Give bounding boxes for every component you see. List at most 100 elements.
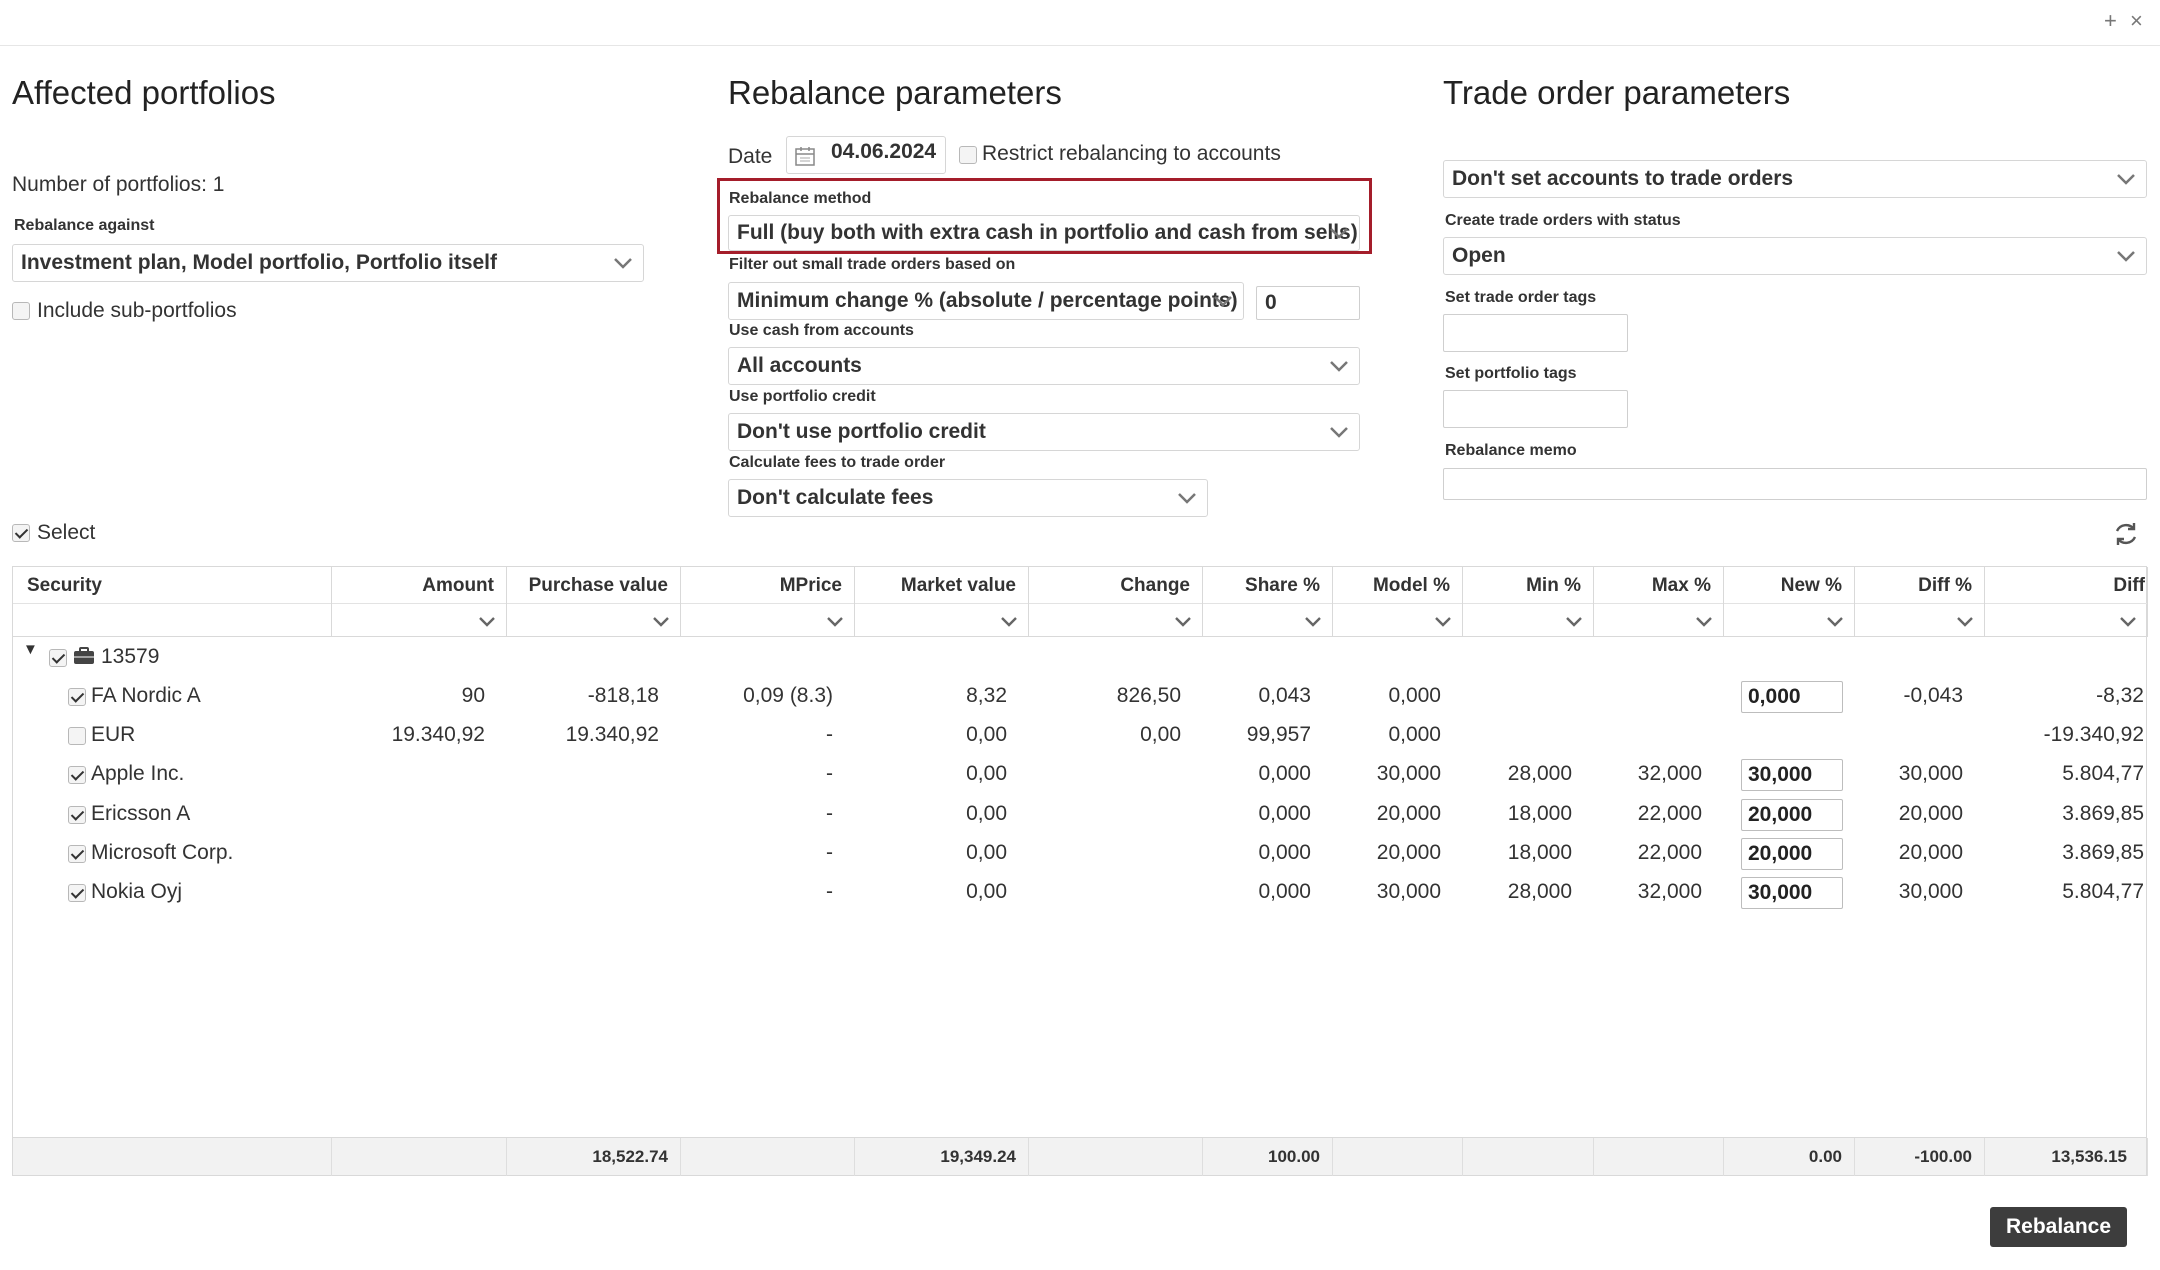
column-filter[interactable] — [681, 603, 854, 637]
column-header[interactable]: Purchase value — [507, 567, 681, 637]
portfolio-credit-value: Don't use portfolio credit — [737, 420, 986, 443]
column-filter[interactable] — [1985, 603, 2147, 637]
cell-max: 22,000 — [1637, 840, 1702, 864]
security-name: Nokia Oyj — [91, 880, 183, 903]
column-filter[interactable] — [855, 603, 1028, 637]
portfolio-tags-label: Set portfolio tags — [1445, 365, 1577, 382]
column-header[interactable]: Change — [1029, 567, 1203, 637]
row-checkbox[interactable] — [68, 884, 86, 902]
column-filter[interactable] — [1594, 603, 1723, 637]
new-percent-input[interactable]: 30,000 — [1741, 877, 1843, 909]
portfolio-count: Number of portfolios: 1 — [12, 173, 225, 196]
rebalance-against-select[interactable]: Investment plan, Model portfolio, Portfo… — [12, 244, 644, 282]
group-checkbox[interactable] — [49, 649, 67, 667]
rebalance-parameters-title: Rebalance parameters — [728, 74, 1062, 111]
chevron-down-icon — [1175, 617, 1191, 627]
column-header-label: MPrice — [779, 575, 842, 596]
include-sub-portfolios-label: Include sub-portfolios — [37, 299, 237, 322]
portfolio-credit-select[interactable]: Don't use portfolio credit — [728, 413, 1360, 451]
refresh-icon[interactable] — [2112, 520, 2140, 548]
trade-status-value: Open — [1452, 244, 1506, 267]
new-percent-input[interactable]: 30,000 — [1741, 759, 1843, 792]
row-checkbox[interactable] — [68, 727, 86, 746]
select-all-checkbox[interactable] — [12, 524, 30, 542]
cash-accounts-select[interactable]: All accounts — [728, 347, 1360, 385]
fees-select[interactable]: Don't calculate fees — [728, 479, 1208, 517]
column-header[interactable]: New % — [1724, 567, 1855, 637]
chevron-down-icon — [1957, 617, 1973, 627]
portfolio-tags-input[interactable] — [1443, 390, 1628, 428]
column-header-label: Change — [1120, 575, 1190, 596]
include-sub-portfolios-checkbox[interactable] — [12, 302, 30, 320]
chevron-down-icon — [1330, 228, 1348, 239]
column-filter[interactable] — [507, 603, 680, 637]
close-icon[interactable]: × — [2130, 8, 2143, 34]
row-checkbox[interactable] — [68, 844, 86, 863]
column-header[interactable]: Max % — [1594, 567, 1724, 637]
cell-purchase: -818,18 — [587, 684, 659, 707]
chevron-down-icon — [2117, 174, 2135, 185]
column-filter[interactable] — [332, 603, 506, 637]
column-header-label: Amount — [422, 575, 494, 596]
new-percent-input[interactable]: 0,000 — [1741, 681, 1843, 713]
cash-accounts-value: All accounts — [737, 354, 862, 377]
column-filter[interactable] — [1333, 603, 1462, 637]
row-checkbox[interactable] — [68, 688, 86, 706]
column-header[interactable]: Min % — [1463, 567, 1594, 637]
column-header[interactable]: Diff — [1985, 567, 2148, 637]
column-filter[interactable] — [1029, 603, 1202, 637]
restrict-accounts-checkbox[interactable] — [959, 146, 977, 164]
rebalance-memo-input[interactable] — [1443, 468, 2147, 500]
trade-order-tags-input[interactable] — [1443, 314, 1628, 352]
date-value: 04.06.2024 — [831, 140, 937, 163]
column-filter[interactable] — [1724, 603, 1854, 637]
row-checkbox[interactable] — [68, 805, 86, 824]
column-header[interactable]: Security — [13, 567, 332, 637]
column-filter[interactable] — [1855, 603, 1984, 637]
rebalance-method-value: Full (buy both with extra cash in portfo… — [737, 221, 1358, 244]
rebalance-table: Security Amount Purchase value MPrice Market… — [12, 566, 2148, 1176]
cell-model: 30,000 — [1376, 880, 1441, 903]
column-header[interactable]: MPrice — [681, 567, 855, 637]
rebalance-method-select[interactable]: Full (buy both with extra cash in portfo… — [728, 215, 1360, 251]
chevron-down-icon — [1827, 617, 1843, 627]
table-footer-totals: 18,522.74 19,349.24 100.00 0.00 -100.00 13,53… — [13, 1137, 2148, 1176]
collapse-triangle-icon[interactable]: ▼ — [23, 641, 38, 658]
cash-accounts-label: Use cash from accounts — [729, 322, 914, 339]
chevron-down-icon — [614, 258, 632, 269]
new-percent-input[interactable]: 20,000 — [1741, 837, 1843, 870]
cell-mprice: - — [826, 880, 833, 903]
affected-portfolios-title: Affected portfolios — [12, 74, 276, 111]
column-header[interactable]: Diff % — [1855, 567, 1985, 637]
cell-diff: 3.869,85 — [2062, 801, 2144, 825]
cell-amount: 19.340,92 — [391, 723, 485, 747]
security-name: Microsoft Corp. — [91, 840, 234, 864]
date-picker[interactable]: 04.06.2024 — [786, 136, 946, 174]
cell-market: 0,00 — [966, 723, 1007, 747]
column-header-label: Model % — [1372, 575, 1450, 596]
trade-order-tags-label: Set trade order tags — [1445, 289, 1597, 306]
column-header[interactable]: Market value — [855, 567, 1029, 637]
trade-order-parameters-title: Trade order parameters — [1443, 74, 1791, 111]
column-header[interactable]: Model % — [1333, 567, 1463, 637]
calendar-icon — [795, 147, 815, 166]
new-percent-input[interactable]: 20,000 — [1741, 798, 1843, 831]
trade-accounts-select[interactable]: Don't set accounts to trade orders — [1443, 160, 2147, 198]
rebalance-button[interactable]: Rebalance — [1990, 1207, 2127, 1247]
filter-select[interactable]: Minimum change % (absolute / percentage … — [728, 282, 1244, 320]
column-filter[interactable] — [1203, 603, 1332, 637]
cell-share: 0,000 — [1258, 801, 1311, 825]
row-checkbox[interactable] — [68, 766, 86, 785]
plus-icon[interactable]: + — [2104, 8, 2117, 34]
column-header[interactable]: Amount — [332, 567, 507, 637]
cell-change: 826,50 — [1116, 684, 1181, 707]
column-header[interactable]: Share % — [1203, 567, 1333, 637]
column-filter[interactable] — [13, 603, 331, 637]
filter-threshold-input[interactable]: 0 — [1256, 286, 1360, 320]
total-empty — [1333, 1138, 1463, 1176]
trade-status-select[interactable]: Open — [1443, 237, 2147, 275]
rebalance-memo-label: Rebalance memo — [1445, 442, 1577, 459]
column-header-label: Min % — [1526, 575, 1581, 596]
security-name: Ericsson A — [91, 801, 191, 825]
column-filter[interactable] — [1463, 603, 1593, 637]
